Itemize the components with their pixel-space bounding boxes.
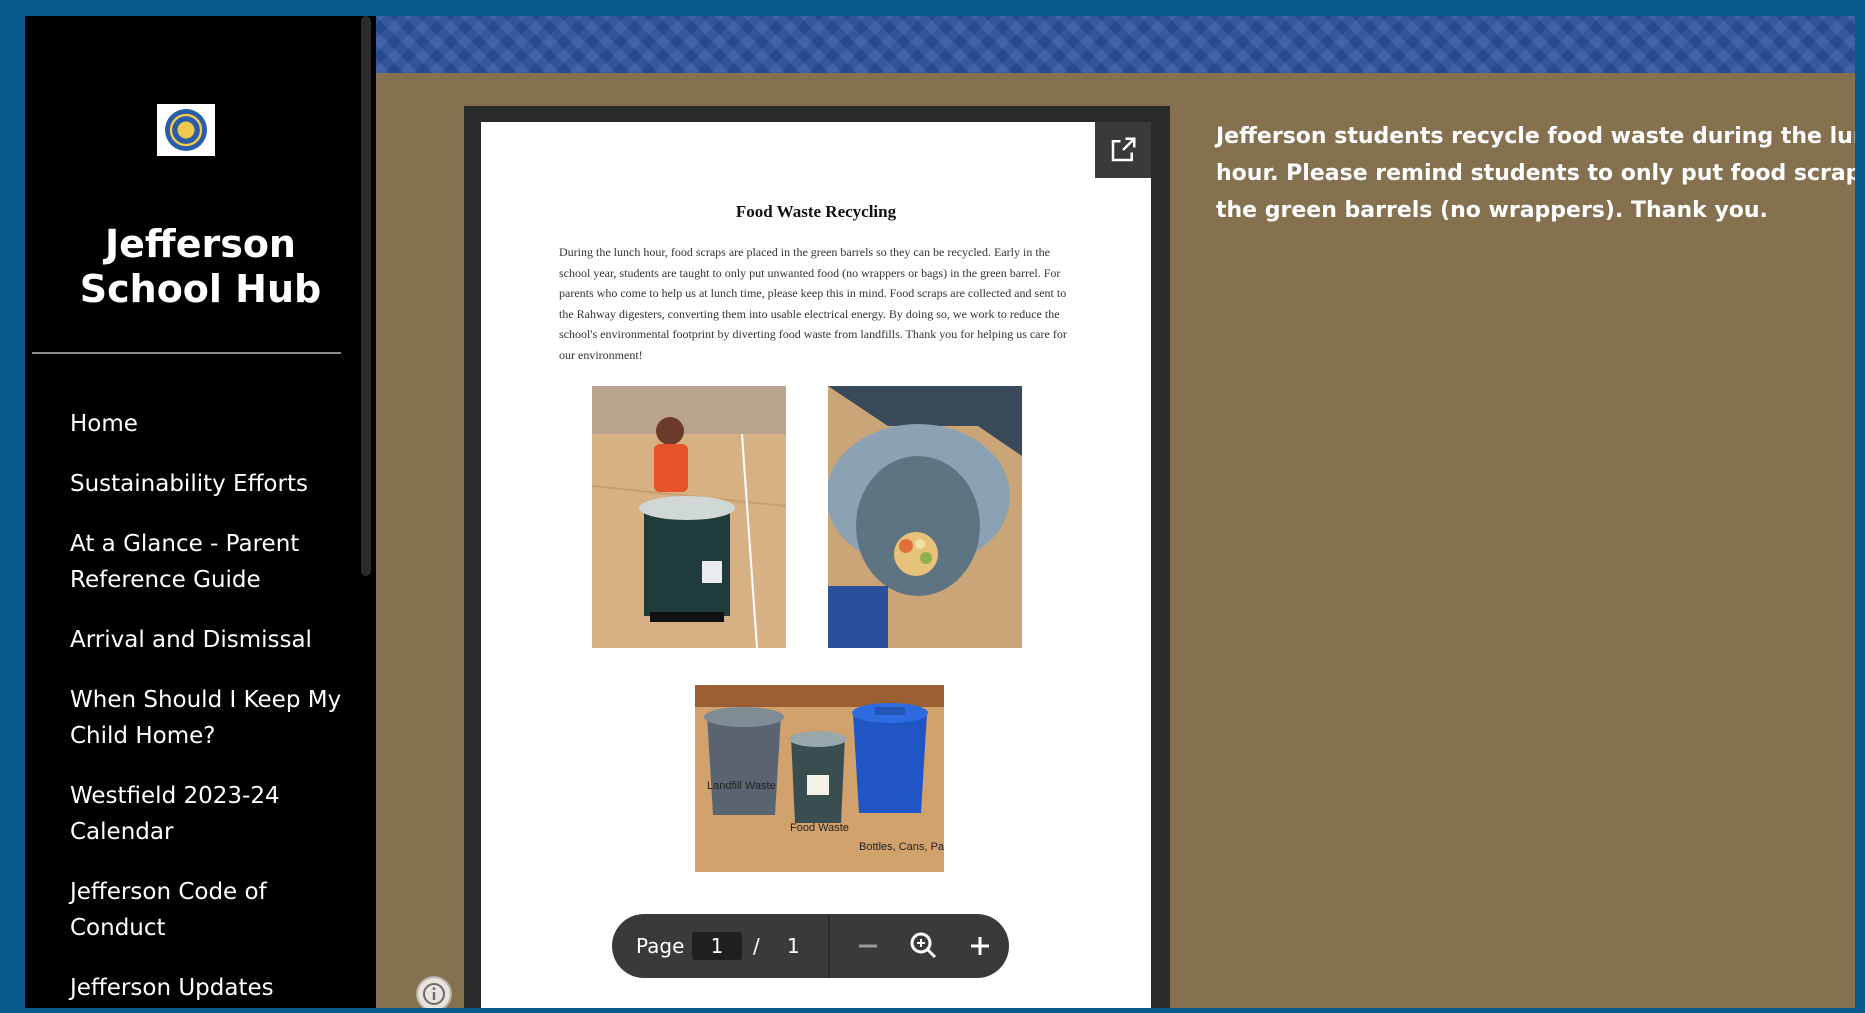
label-food-waste: Food Waste	[790, 822, 849, 834]
page-frame: Jefferson School Hub Home Sustainability…	[25, 16, 1855, 1008]
label-landfill-waste: Landfill Waste	[707, 780, 776, 792]
header-banner	[376, 16, 1855, 73]
zoom-in-button[interactable]	[962, 928, 998, 964]
photo-food-scraps-barrel	[828, 386, 1022, 648]
page-number-input[interactable]: 1	[692, 932, 742, 960]
description-line: the green barrels (no wrappers). Thank y…	[1216, 198, 1768, 223]
page-label: Page	[636, 934, 685, 958]
nav-item-sustainability-efforts[interactable]: Sustainability Efforts	[70, 466, 360, 502]
total-pages: 1	[787, 934, 800, 958]
title-divider	[32, 352, 341, 354]
zoom-fit-button[interactable]	[906, 928, 942, 964]
sidebar: Jefferson School Hub Home Sustainability…	[25, 16, 376, 1008]
pdf-viewer[interactable]: Food Waste Recycling During the lunch ho…	[464, 106, 1170, 1008]
site-title[interactable]: Jefferson School Hub	[25, 222, 376, 312]
open-in-new-window-button[interactable]	[1095, 122, 1151, 178]
info-button[interactable]	[416, 976, 452, 1008]
nav-item-home[interactable]: Home	[70, 406, 360, 442]
school-logo[interactable]	[157, 104, 215, 156]
info-icon	[423, 983, 445, 1005]
nav-item-parent-reference-guide[interactable]: At a Glance - Parent Reference Guide	[70, 526, 360, 598]
nav-item-updates[interactable]: Jefferson Updates	[70, 970, 360, 1006]
nav-item-arrival-dismissal[interactable]: Arrival and Dismissal	[70, 622, 360, 658]
photo-three-bins: Landfill Waste Food Waste Bottles, Cans,…	[695, 685, 944, 872]
main-content: Food Waste Recycling During the lunch ho…	[376, 16, 1855, 1008]
photo-student-recycling	[592, 386, 786, 648]
description-line: hour. Please remind students to only put…	[1216, 161, 1855, 186]
school-seal-icon	[165, 109, 207, 151]
document-body: During the lunch hour, food scraps are p…	[559, 245, 1067, 362]
sidebar-nav: Home Sustainability Efforts At a Glance …	[70, 406, 360, 1008]
label-bottles-cans-paper: Bottles, Cans, Paper	[859, 841, 944, 853]
pdf-page: Food Waste Recycling During the lunch ho…	[481, 122, 1151, 1008]
page-separator: /	[753, 934, 760, 958]
zoom-out-button[interactable]	[850, 928, 886, 964]
pdf-page-toolbar: Page 1 / 1	[612, 914, 1009, 978]
minus-icon	[859, 944, 877, 948]
description-line: Jefferson students recycle food waste du…	[1216, 124, 1855, 149]
plus-icon	[971, 937, 989, 955]
nav-item-code-of-conduct[interactable]: Jefferson Code of Conduct	[70, 874, 360, 946]
document-title: Food Waste Recycling	[735, 202, 897, 221]
description-text: Jefferson students recycle food waste du…	[1216, 118, 1855, 229]
toolbar-divider	[828, 914, 830, 978]
external-link-icon	[1111, 137, 1136, 162]
nav-item-calendar[interactable]: Westfield 2023-24 Calendar	[70, 778, 360, 850]
nav-item-keep-child-home[interactable]: When Should I Keep My Child Home?	[70, 682, 360, 754]
magnifier-icon	[910, 932, 937, 959]
